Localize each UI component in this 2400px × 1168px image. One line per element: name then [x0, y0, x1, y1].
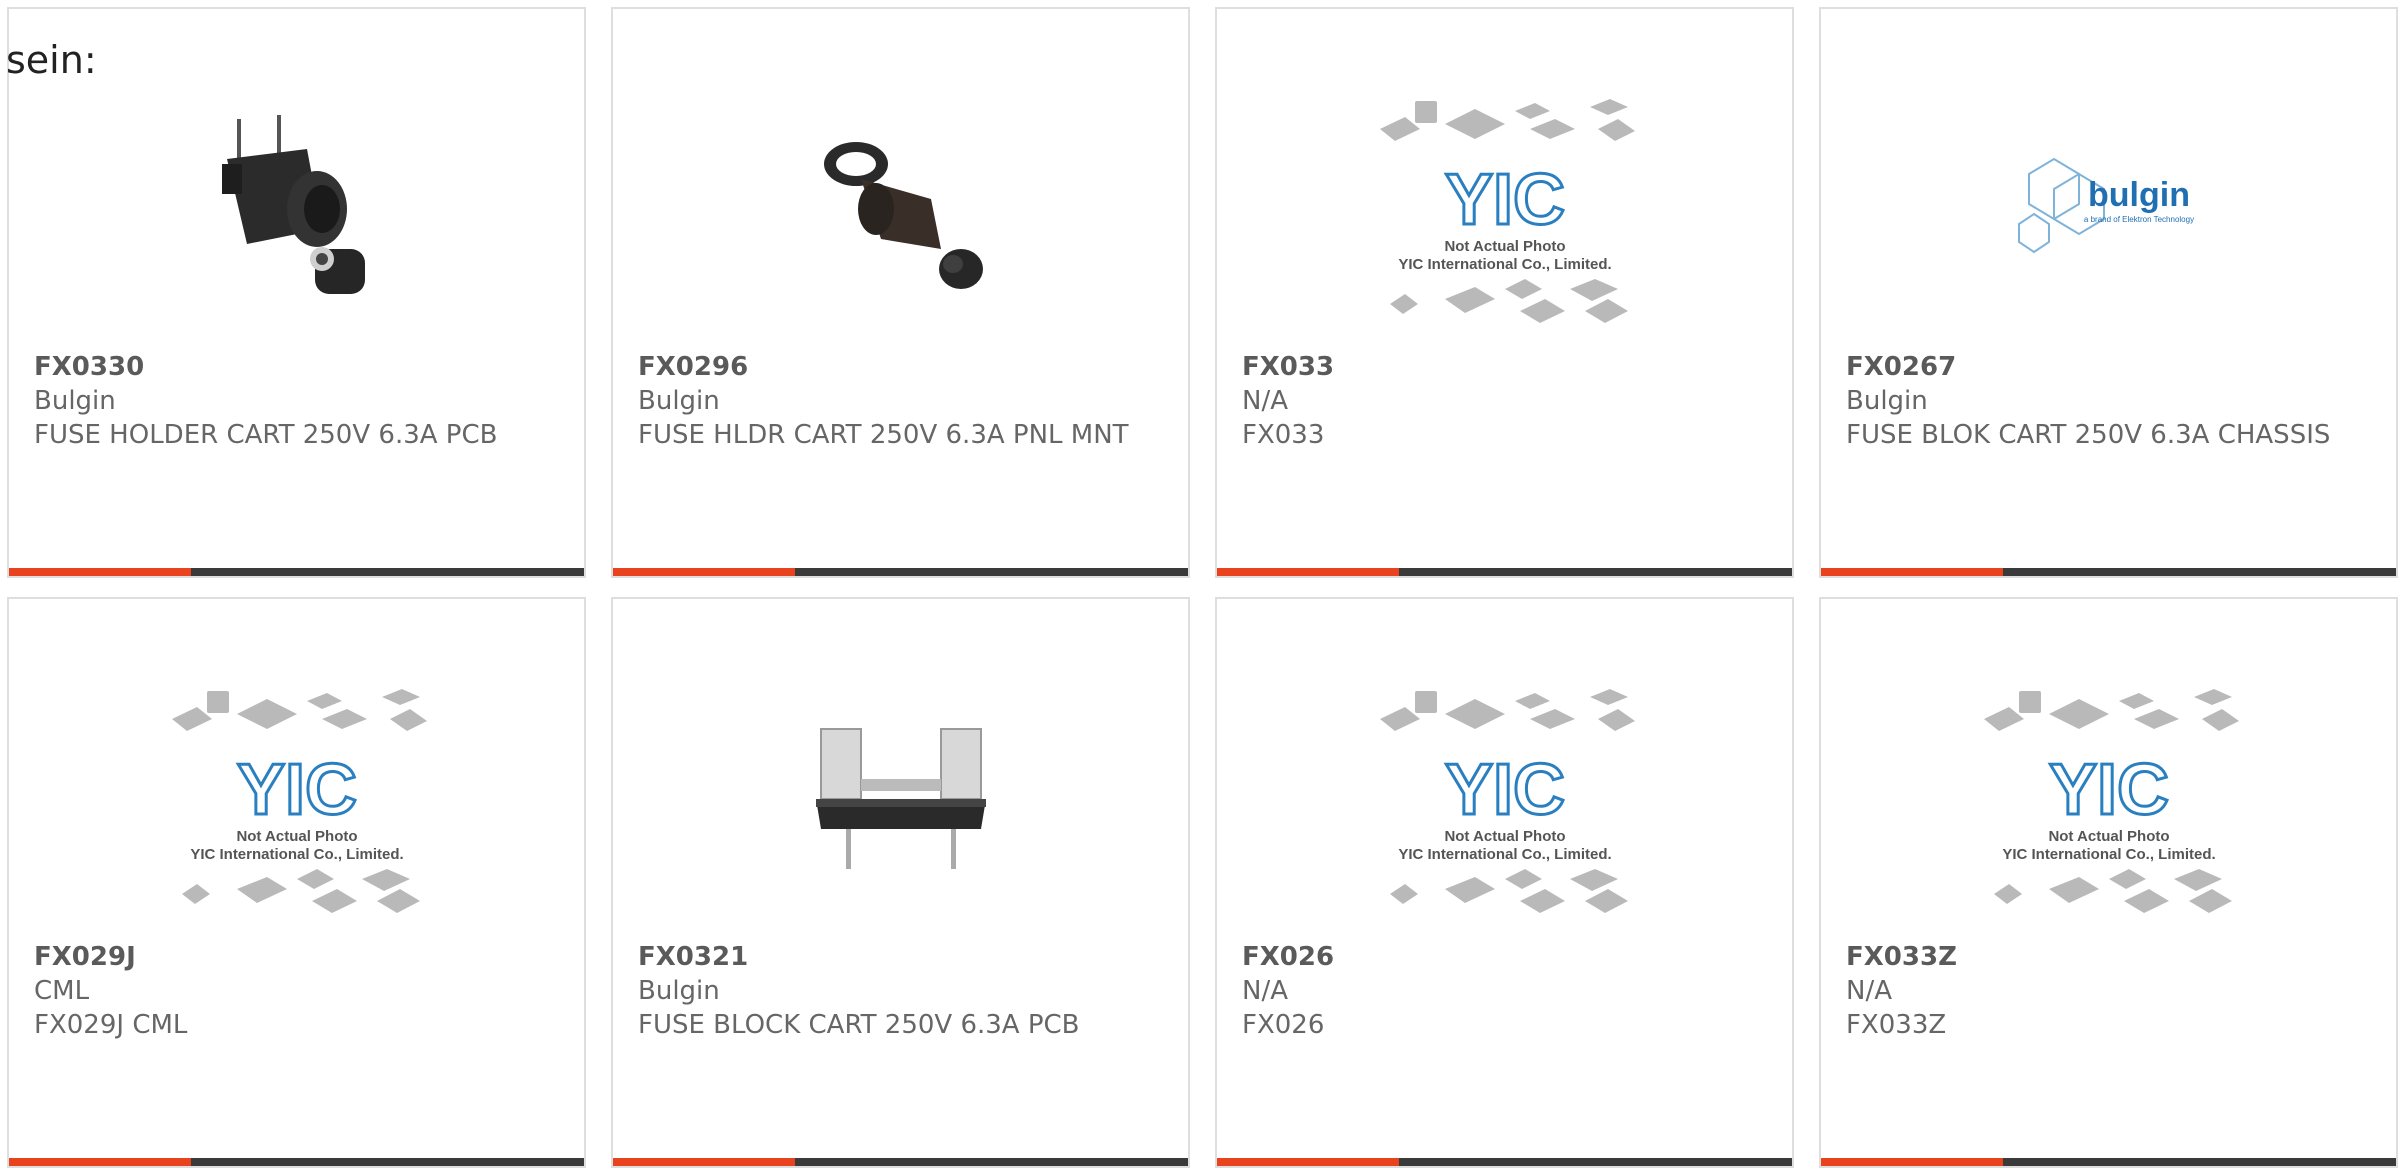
panel-fuse-holder-photo-icon[interactable] — [758, 77, 1044, 341]
svg-text:YIC: YIC — [236, 750, 356, 830]
product-info: FX029J CML FX029J CML — [34, 940, 544, 1042]
part-number[interactable]: FX0321 — [638, 940, 1148, 974]
card-accent-bar — [613, 1158, 1188, 1166]
product-info: FX0267 Bulgin FUSE BLOK CART 250V 6.3A C… — [1846, 350, 2356, 452]
manufacturer: Bulgin — [1846, 386, 1928, 416]
product-info: FX026 N/A FX026 — [1242, 940, 1752, 1042]
svg-text:YIC: YIC — [1444, 750, 1564, 830]
product-card[interactable]: YIC Not Actual Photo YIC International C… — [7, 597, 586, 1168]
yic-placeholder-icon[interactable]: YIC Not Actual Photo YIC International C… — [1362, 667, 1648, 931]
page-label: sein: — [6, 38, 97, 82]
card-accent-bar — [9, 568, 584, 576]
manufacturer: Bulgin — [638, 386, 720, 416]
card-accent-bar — [1821, 1158, 2396, 1166]
description: FUSE BLOK CART 250V 6.3A CHASSIS — [1846, 420, 2331, 450]
placeholder-line2: YIC International Co., Limited. — [190, 846, 403, 863]
placeholder-line2: YIC International Co., Limited. — [2002, 846, 2215, 863]
fuse-block-photo-icon[interactable] — [758, 667, 1044, 931]
product-card[interactable]: FX0296 Bulgin FUSE HLDR CART 250V 6.3A P… — [611, 7, 1190, 578]
svg-text:YIC: YIC — [1444, 160, 1564, 240]
manufacturer: Bulgin — [34, 386, 116, 416]
card-accent-bar — [1217, 568, 1792, 576]
product-info: FX033 N/A FX033 — [1242, 350, 1752, 452]
description: FUSE HOLDER CART 250V 6.3A PCB — [34, 420, 498, 450]
part-number[interactable]: FX033 — [1242, 350, 1752, 384]
placeholder-line1: Not Actual Photo — [1444, 828, 1565, 845]
part-number[interactable]: FX0267 — [1846, 350, 2356, 384]
placeholder-line1: Not Actual Photo — [2048, 828, 2169, 845]
product-grid: FX0330 Bulgin FUSE HOLDER CART 250V 6.3A… — [7, 7, 2398, 1168]
product-info: FX0330 Bulgin FUSE HOLDER CART 250V 6.3A… — [34, 350, 544, 452]
product-info: FX0296 Bulgin FUSE HLDR CART 250V 6.3A P… — [638, 350, 1148, 452]
card-accent-bar — [613, 568, 1188, 576]
bulgin-brand: bulgin — [2088, 176, 2190, 214]
description: FUSE BLOCK CART 250V 6.3A PCB — [638, 1010, 1080, 1040]
product-card[interactable]: FX0321 Bulgin FUSE BLOCK CART 250V 6.3A … — [611, 597, 1190, 1168]
bulgin-logo-icon[interactable]: bulgin a brand of Elektron Technology — [1966, 77, 2252, 341]
manufacturer: N/A — [1242, 386, 1288, 416]
description: FX033 — [1242, 420, 1325, 450]
part-number[interactable]: FX0330 — [34, 350, 544, 384]
svg-text:YIC: YIC — [2048, 750, 2168, 830]
card-accent-bar — [1821, 568, 2396, 576]
product-card[interactable]: YIC Not Actual Photo YIC International C… — [1819, 597, 2398, 1168]
product-info: FX0321 Bulgin FUSE BLOCK CART 250V 6.3A … — [638, 940, 1148, 1042]
bulgin-tagline: a brand of Elektron Technology — [2083, 215, 2193, 224]
manufacturer: N/A — [1846, 976, 1892, 1006]
placeholder-line2: YIC International Co., Limited. — [1398, 846, 1611, 863]
part-number[interactable]: FX026 — [1242, 940, 1752, 974]
part-number[interactable]: FX029J — [34, 940, 544, 974]
product-info: FX033Z N/A FX033Z — [1846, 940, 2356, 1042]
yic-placeholder-icon[interactable]: YIC Not Actual Photo YIC International C… — [1966, 667, 2252, 931]
description: FX033Z — [1846, 1010, 1947, 1040]
description: FX029J CML — [34, 1010, 188, 1040]
manufacturer: N/A — [1242, 976, 1288, 1006]
card-accent-bar — [9, 1158, 584, 1166]
card-accent-bar — [1217, 1158, 1792, 1166]
placeholder-line1: Not Actual Photo — [236, 828, 357, 845]
manufacturer: CML — [34, 976, 90, 1006]
yic-placeholder-icon[interactable]: YIC Not Actual Photo YIC International C… — [1362, 77, 1648, 341]
placeholder-line2: YIC International Co., Limited. — [1398, 256, 1611, 273]
part-number[interactable]: FX0296 — [638, 350, 1148, 384]
product-card[interactable]: YIC Not Actual Photo YIC International C… — [1215, 7, 1794, 578]
yic-placeholder-icon[interactable]: YIC Not Actual Photo YIC International C… — [154, 667, 440, 931]
description: FUSE HLDR CART 250V 6.3A PNL MNT — [638, 420, 1129, 450]
product-card[interactable]: YIC Not Actual Photo YIC International C… — [1215, 597, 1794, 1168]
product-card[interactable]: FX0330 Bulgin FUSE HOLDER CART 250V 6.3A… — [7, 7, 586, 578]
description: FX026 — [1242, 1010, 1325, 1040]
part-number[interactable]: FX033Z — [1846, 940, 2356, 974]
manufacturer: Bulgin — [638, 976, 720, 1006]
product-card[interactable]: bulgin a brand of Elektron Technology FX… — [1819, 7, 2398, 578]
placeholder-line1: Not Actual Photo — [1444, 238, 1565, 255]
fuse-holder-photo-icon[interactable] — [154, 77, 440, 341]
